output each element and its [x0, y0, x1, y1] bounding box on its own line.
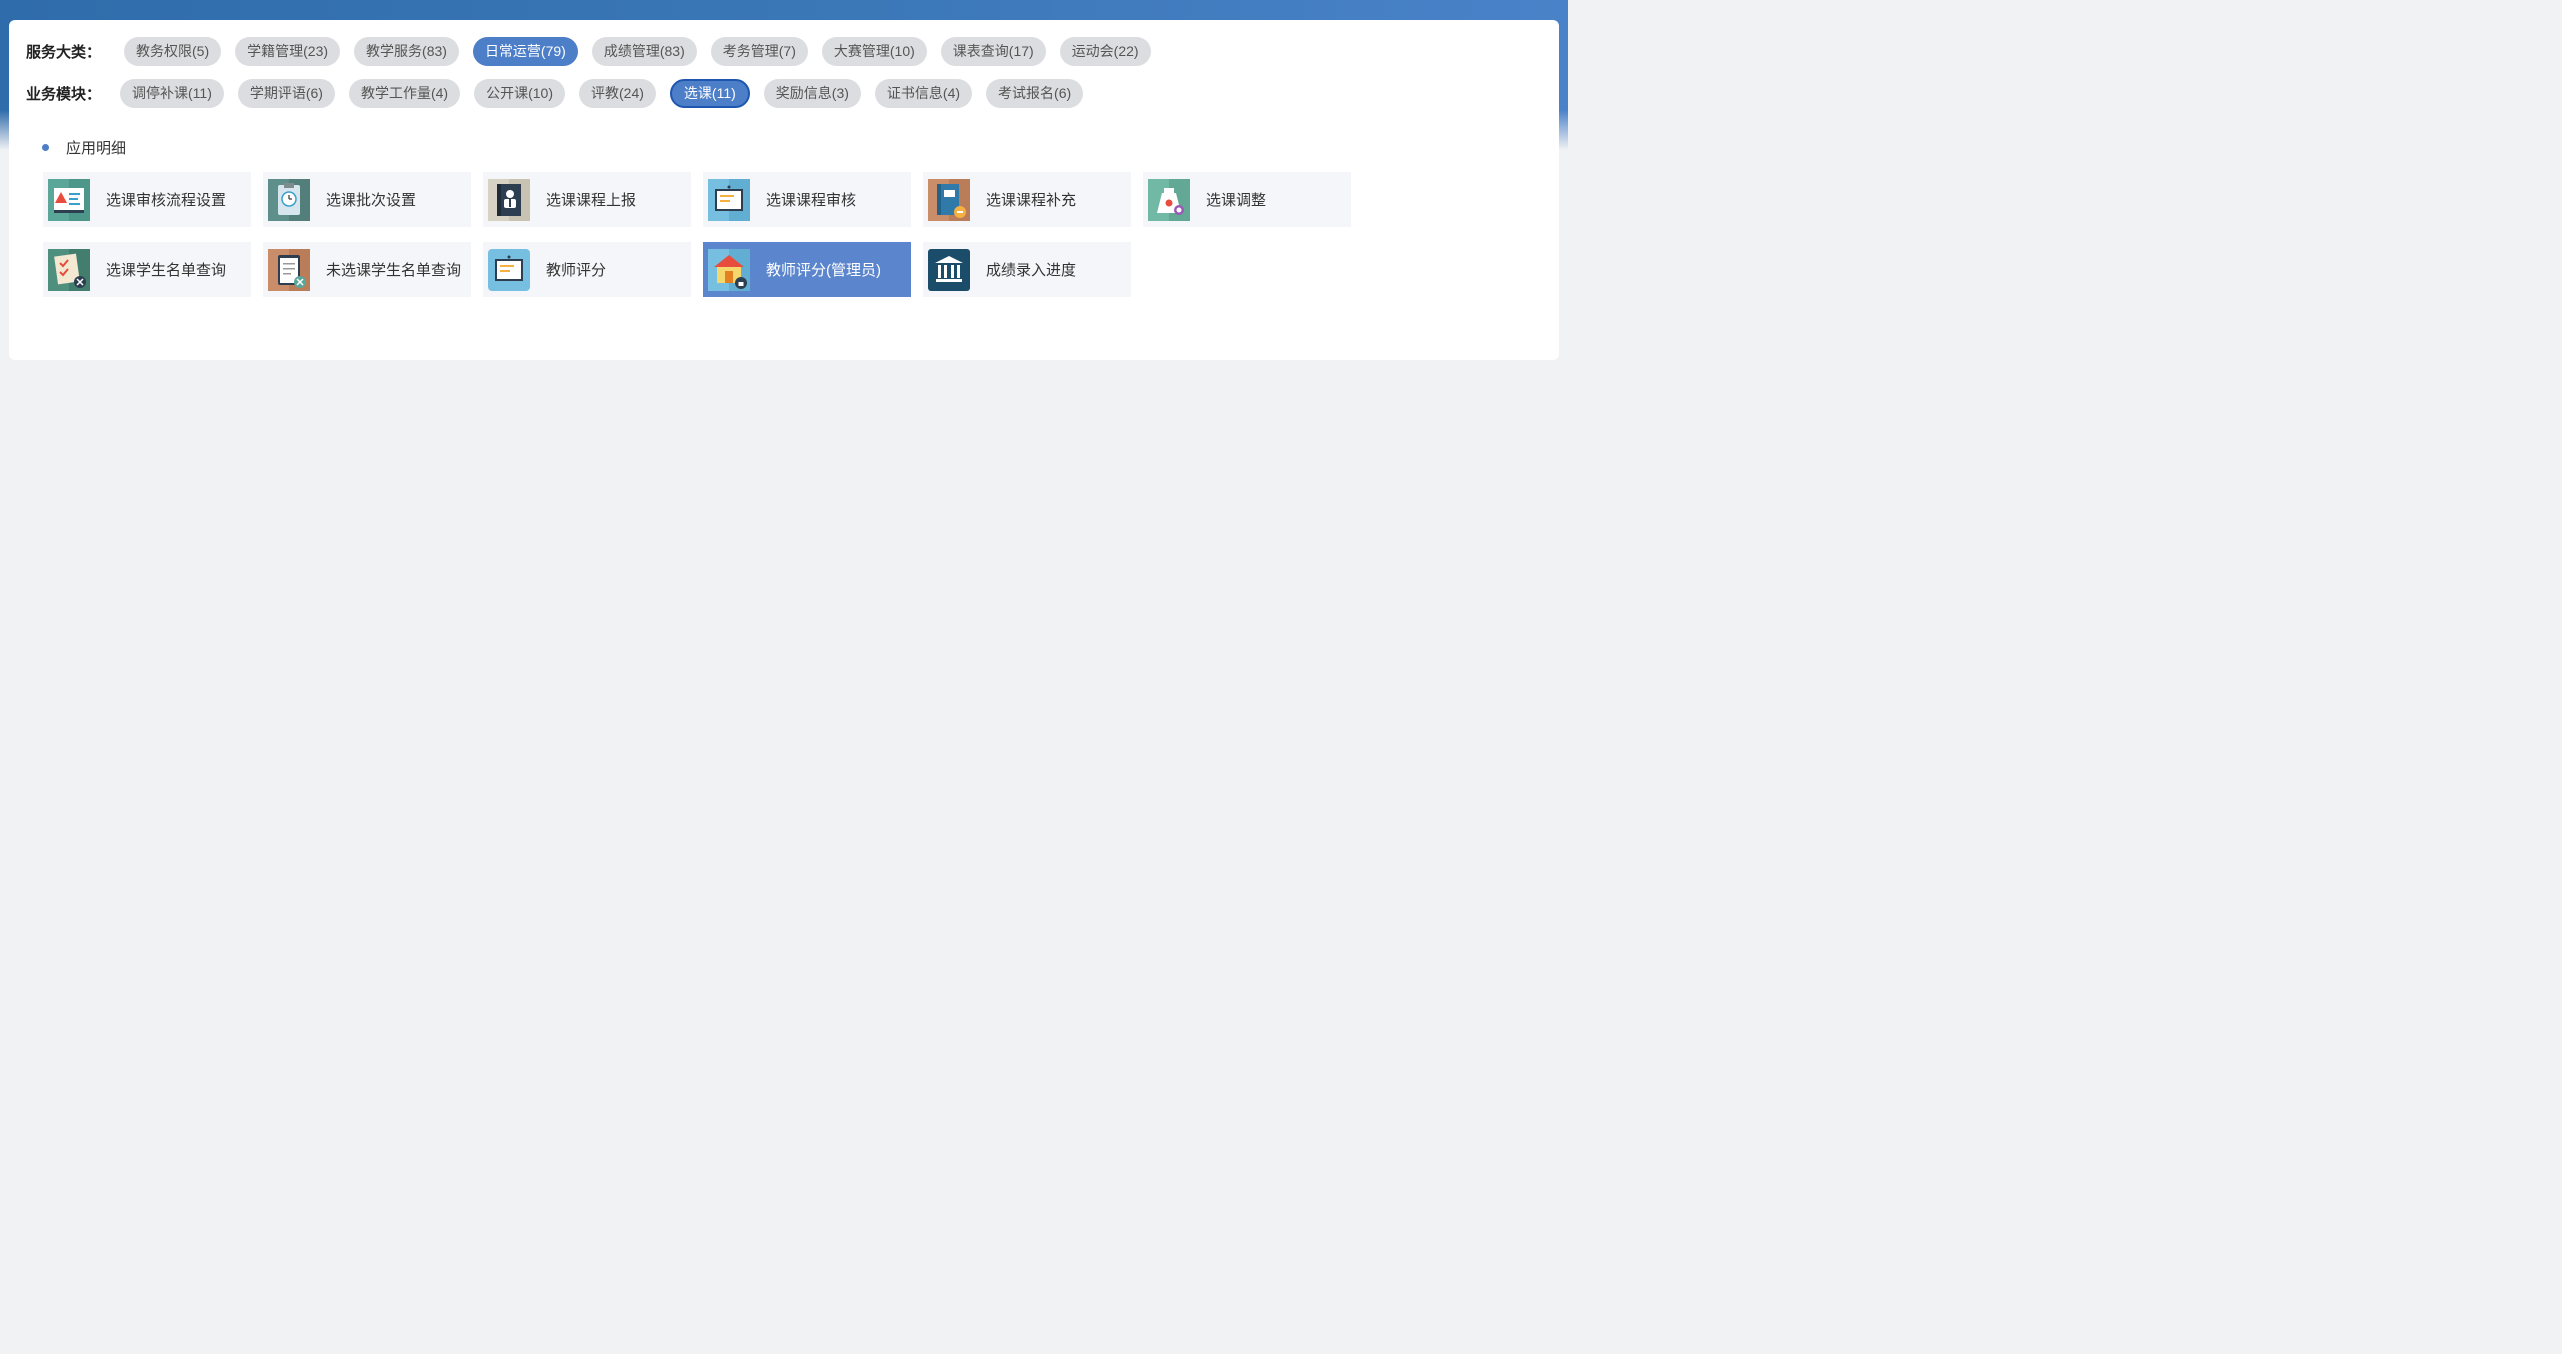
bullet-dot: [42, 144, 49, 151]
book-wrench-icon: [928, 178, 970, 221]
business-module-chip[interactable]: 奖励信息(3): [763, 78, 861, 108]
app-tile-label: 选课审核流程设置: [106, 192, 227, 209]
notice-board-icon: [708, 178, 750, 221]
app-tile[interactable]: 选课调整: [1143, 172, 1351, 227]
app-tile[interactable]: 选课批次设置: [263, 172, 471, 227]
business-module-chip[interactable]: 学期评语(6): [237, 78, 335, 108]
app-tile[interactable]: 选课课程补充: [923, 172, 1131, 227]
warning-board-icon: [48, 178, 90, 221]
app-tile-label: 成绩录入进度: [986, 262, 1077, 279]
app-tile[interactable]: 选课课程上报: [483, 172, 691, 227]
house-lock-icon: [708, 248, 750, 291]
bank-building-icon: [928, 248, 970, 291]
clipboard-tools-icon: [268, 248, 310, 291]
app-tile-label: 教师评分(管理员): [766, 262, 881, 279]
app-tile-label: 未选课学生名单查询: [326, 262, 462, 279]
app-tile-label: 选课课程审核: [766, 192, 857, 209]
app-tile-label: 选课调整: [1206, 192, 1267, 209]
service-category-row: 服务大类： 教务权限(5) 学籍管理(23) 教学服务(83) 日常运营(79) 成绩管…: [26, 36, 1165, 66]
app-tile-label: 教师评分: [546, 262, 607, 279]
business-module-label: 业务模块：: [26, 85, 102, 103]
business-module-chip[interactable]: 评教(24): [579, 78, 656, 108]
business-module-chip[interactable]: 考试报名(6): [986, 78, 1084, 108]
teacher-book-icon: [488, 178, 530, 221]
checklist-tools-icon: [48, 248, 90, 291]
business-module-chip[interactable]: 调停补课(11): [120, 78, 224, 108]
service-category-chips: 教务权限(5) 学籍管理(23) 教学服务(83) 日常运营(79) 成绩管理(83) 考…: [124, 36, 1165, 66]
app-tile-label: 选课学生名单查询: [106, 262, 227, 279]
app-grid: 选课审核流程设置 选课批次设置 选课课程上报 选课课程审核 选课课程补充 选课调整选课学生…: [43, 172, 1363, 312]
business-module-chips: 调停补课(11) 学期评语(6) 教学工作量(4) 公开课(10) 评教(24) 选课(1…: [120, 78, 1097, 108]
rating-board-icon: [488, 248, 530, 291]
service-category-chip[interactable]: 成绩管理(83): [591, 36, 697, 66]
app-tile[interactable]: 教师评分: [483, 242, 691, 297]
app-tile[interactable]: 选课课程审核: [703, 172, 911, 227]
business-module-chip[interactable]: 公开课(10): [474, 78, 566, 108]
business-module-row: 业务模块： 调停补课(11) 学期评语(6) 教学工作量(4) 公开课(10) 评教(2…: [26, 78, 1097, 108]
app-tile-label: 选课批次设置: [326, 192, 417, 209]
money-bag-search-icon: [1148, 178, 1190, 221]
business-module-chip[interactable]: 教学工作量(4): [348, 78, 461, 108]
section-title: 应用明细: [66, 140, 127, 157]
service-category-chip[interactable]: 大赛管理(10): [821, 36, 927, 66]
service-category-chip[interactable]: 课表查询(17): [940, 36, 1046, 66]
section-header: 应用明细: [42, 137, 126, 158]
app-tile-label: 选课课程补充: [986, 192, 1077, 209]
app-tile[interactable]: 教师评分(管理员): [703, 242, 911, 297]
app-tile[interactable]: 未选课学生名单查询: [263, 242, 471, 297]
service-category-chip[interactable]: 学籍管理(23): [235, 36, 341, 66]
clipboard-clock-icon: [268, 178, 310, 221]
app-tile[interactable]: 成绩录入进度: [923, 242, 1131, 297]
service-category-chip[interactable]: 日常运营(79): [472, 36, 578, 66]
service-category-chip[interactable]: 教学服务(83): [354, 36, 459, 66]
business-module-chip[interactable]: 证书信息(4): [874, 78, 973, 108]
service-category-chip[interactable]: 运动会(22): [1059, 36, 1151, 66]
app-tile[interactable]: 选课学生名单查询: [43, 242, 251, 297]
service-category-chip[interactable]: 教务权限(5): [124, 36, 222, 66]
app-tile[interactable]: 选课审核流程设置: [43, 172, 251, 227]
service-category-chip[interactable]: 考务管理(7): [710, 36, 808, 66]
main-panel: 服务大类： 教务权限(5) 学籍管理(23) 教学服务(83) 日常运营(79) 成绩管…: [9, 20, 1559, 360]
service-category-label: 服务大类：: [26, 43, 102, 61]
app-tile-label: 选课课程上报: [546, 192, 637, 209]
business-module-chip[interactable]: 选课(11): [669, 78, 750, 108]
